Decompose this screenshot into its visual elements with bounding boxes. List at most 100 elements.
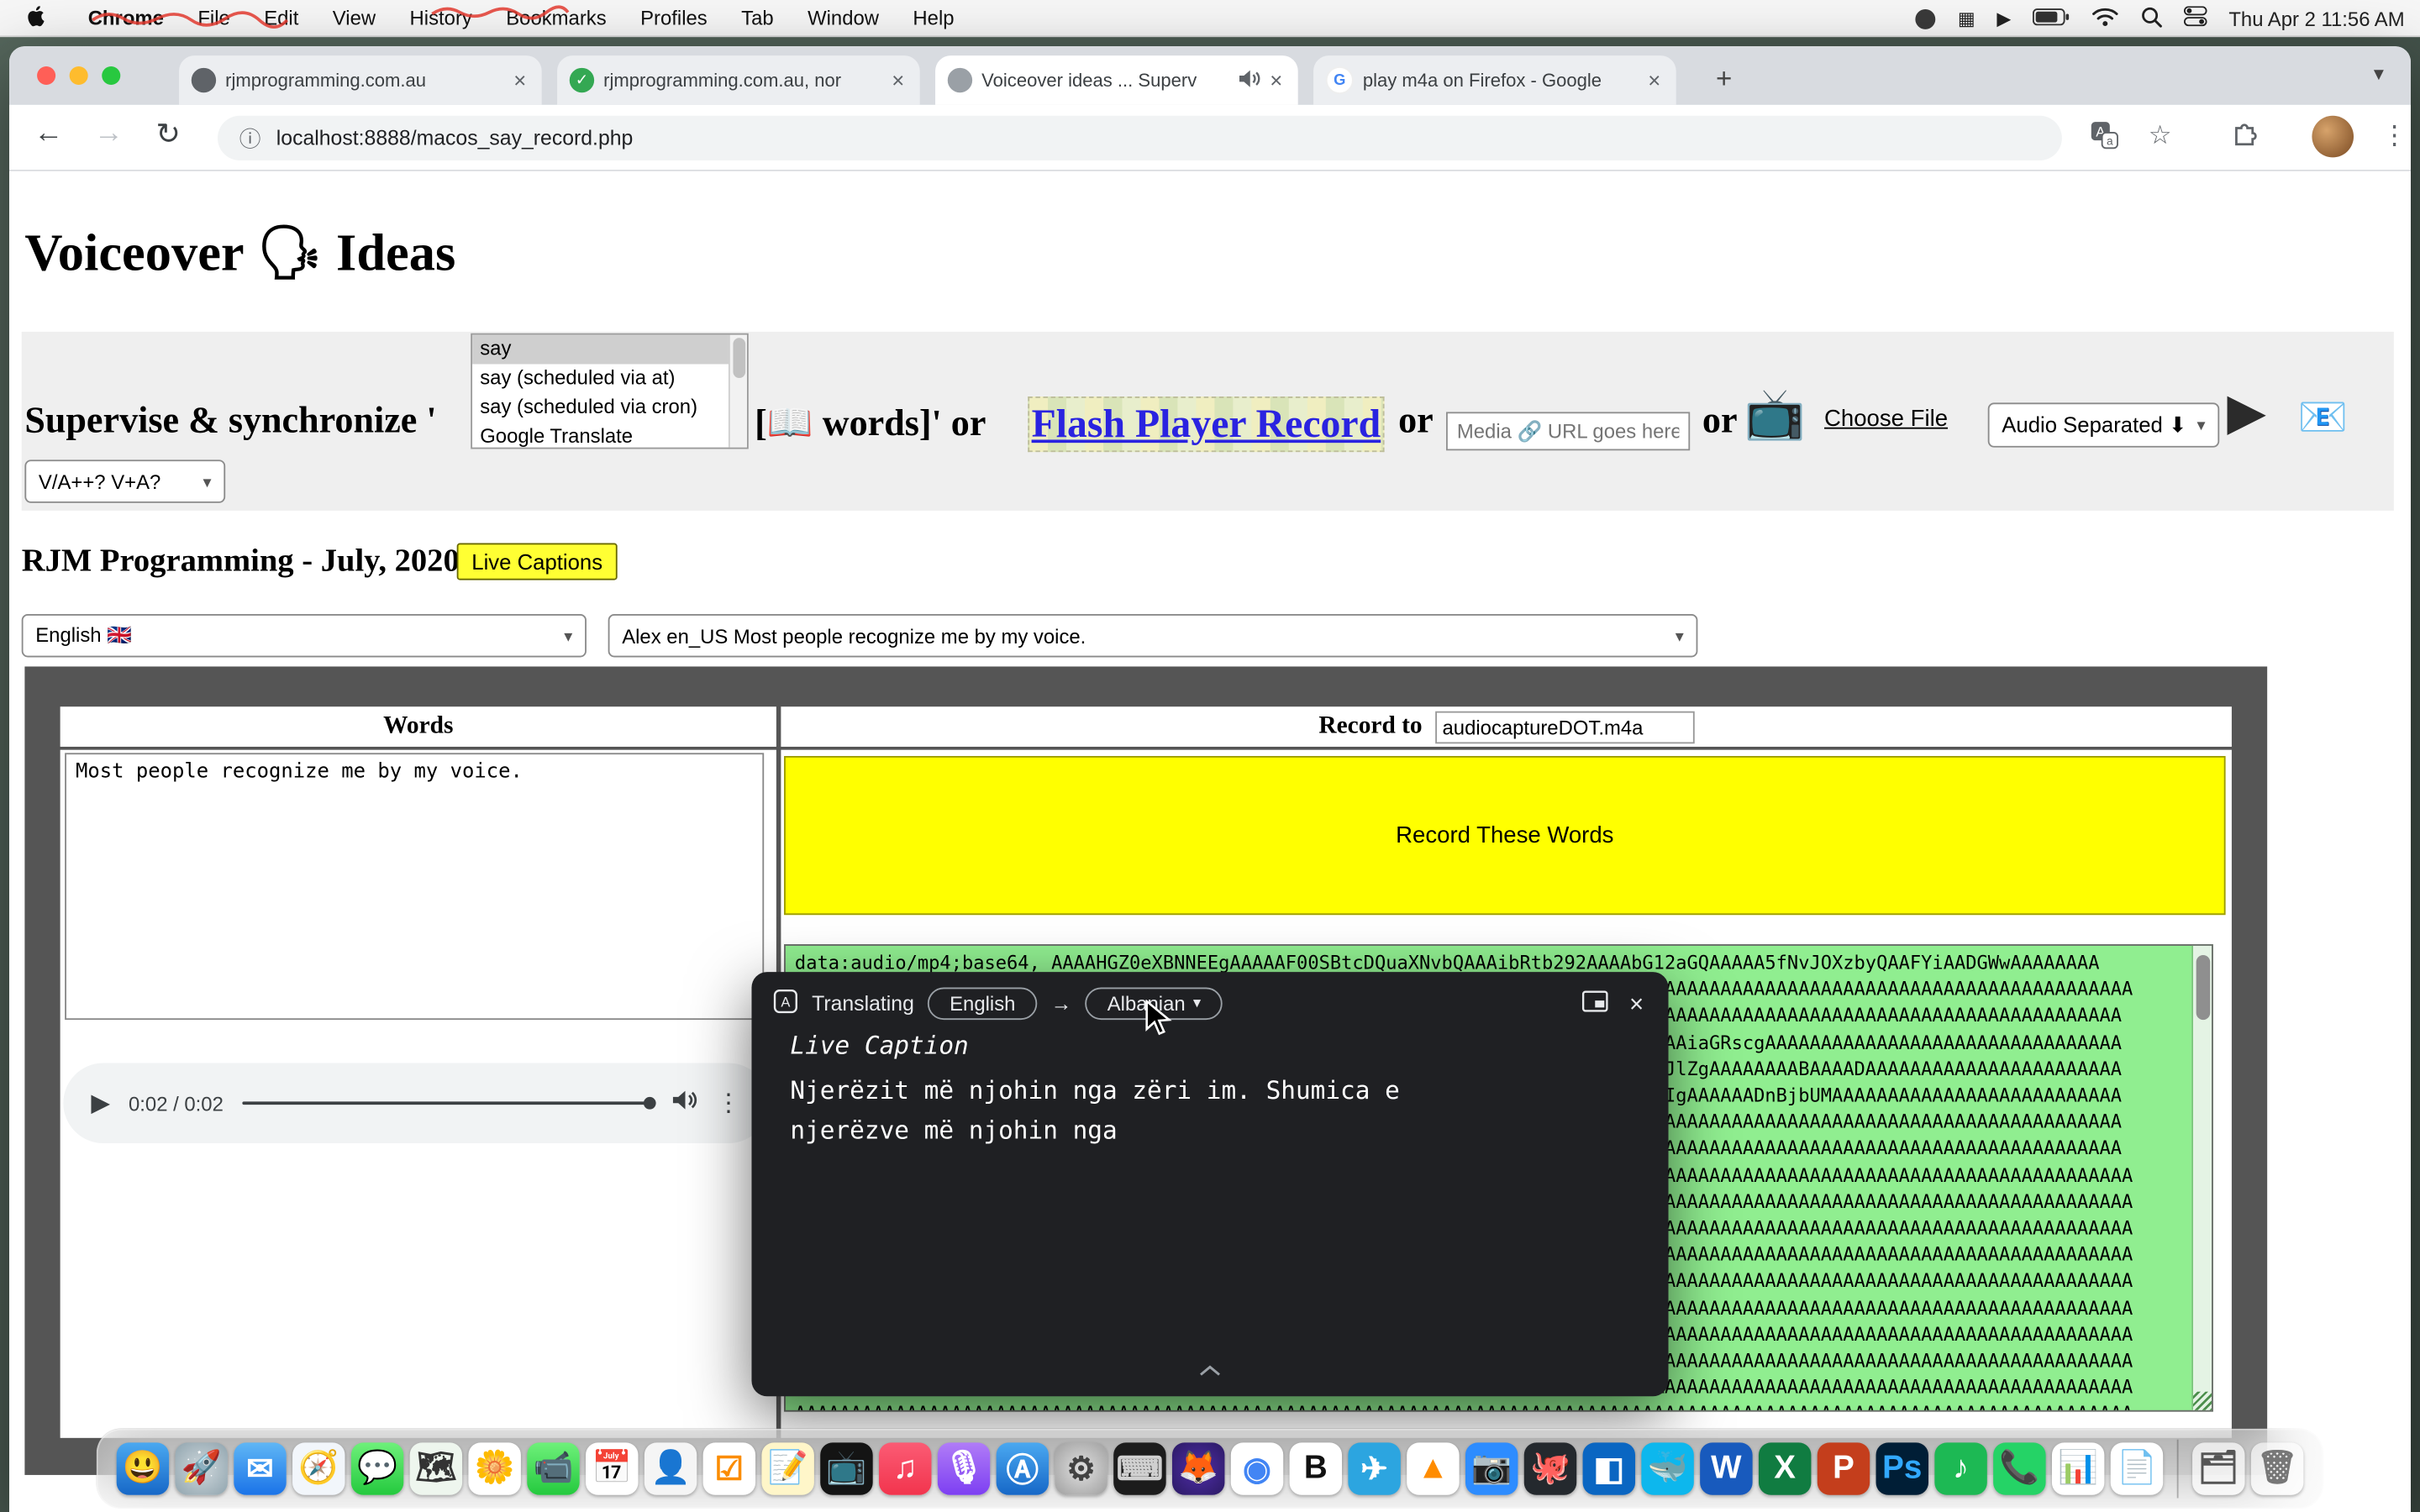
dock-icon-excel[interactable]: X <box>1759 1442 1811 1494</box>
say-option[interactable]: say <box>472 335 747 365</box>
dock-icon-safari[interactable]: 🧭 <box>292 1442 345 1494</box>
tab-rjmprogramming[interactable]: rjmprogramming.com.au × <box>179 55 542 105</box>
profile-avatar[interactable] <box>2312 116 2354 158</box>
dock-icon-docker[interactable]: 🐳 <box>1641 1442 1693 1494</box>
dock-icon-vlc[interactable]: ▲ <box>1407 1442 1459 1494</box>
tab-rjmprogramming-2[interactable]: ✓ rjmprogramming.com.au, nor × <box>557 55 920 105</box>
apple-menu-icon[interactable] <box>28 5 50 29</box>
dock-icon-tv[interactable]: 📺 <box>820 1442 872 1494</box>
record-these-words-button[interactable]: Record These Words <box>784 756 2226 915</box>
dock-icon-system-preferences[interactable]: ⚙ <box>1055 1442 1107 1494</box>
back-button[interactable]: ← <box>34 118 63 151</box>
dock-icon-podcasts[interactable]: 🎙 <box>938 1442 990 1494</box>
dock-icon-messages[interactable]: 💬 <box>351 1442 403 1494</box>
tab-close-icon[interactable]: × <box>889 68 908 92</box>
menu-profiles[interactable]: Profiles <box>623 0 724 36</box>
audio-menu-icon[interactable]: ⋮ <box>716 1088 740 1119</box>
textarea-resize-grip[interactable] <box>2193 1392 2212 1410</box>
reload-button[interactable]: ↻ <box>156 118 181 153</box>
record-filename-input[interactable] <box>1434 711 1694 743</box>
dock-icon-zoom[interactable]: 📷 <box>1465 1442 1518 1494</box>
say-option[interactable]: say (scheduled via at) <box>472 364 747 393</box>
language-select[interactable]: English 🇬🇧▾ <box>22 614 587 657</box>
browser-menu-icon[interactable]: ⋮ <box>2381 120 2407 151</box>
email-share-icon[interactable]: 📧 <box>2298 393 2348 441</box>
choose-file-button[interactable]: Choose File <box>1824 406 1948 432</box>
dock-icon-powerpoint[interactable]: P <box>1818 1442 1870 1494</box>
dock-icon-firefox[interactable]: 🦊 <box>1172 1442 1224 1494</box>
menu-view[interactable]: View <box>316 0 393 36</box>
minimize-window-button[interactable] <box>70 66 88 85</box>
say-method-listbox[interactable]: saysay (scheduled via at)say (scheduled … <box>471 333 749 449</box>
new-tab-button[interactable]: + <box>1704 59 1744 99</box>
keyboard-grid-icon[interactable]: ▦ <box>1958 0 1975 37</box>
dock-icon-maps[interactable]: 🗺 <box>410 1442 462 1494</box>
dock-icon-facetime[interactable]: 📹 <box>527 1442 579 1494</box>
dock-icon-chrome[interactable]: ◉ <box>1231 1442 1283 1494</box>
tab-search-chevron-icon[interactable]: ▾ <box>2374 61 2384 86</box>
menu-help[interactable]: Help <box>896 0 971 36</box>
live-caption-popup[interactable]: A Translating English → Albanian ▾ × Liv… <box>751 972 1668 1396</box>
dock-icon-whatsapp[interactable]: 📞 <box>1993 1442 2045 1494</box>
translate-icon[interactable]: Aa <box>2090 120 2119 157</box>
say-option[interactable]: Google Translate <box>472 423 747 449</box>
tab-voiceover-ideas-active[interactable]: Voiceover ideas ... Superv × <box>935 55 1298 105</box>
tab-close-icon[interactable]: × <box>511 68 529 92</box>
dock-icon-github[interactable]: 🐙 <box>1524 1442 1576 1494</box>
zoom-window-button[interactable] <box>102 66 120 85</box>
audio-volume-icon[interactable] <box>673 1089 697 1118</box>
live-captions-button[interactable]: Live Captions <box>457 543 618 580</box>
tab-close-icon[interactable]: × <box>1267 68 1286 92</box>
dock-icon-spotify[interactable]: ♪ <box>1934 1442 1986 1494</box>
picture-in-picture-icon[interactable] <box>1581 990 1607 1020</box>
playback-icon[interactable]: ▶ <box>1996 0 2011 37</box>
say-option[interactable]: say (scheduled via cron) <box>472 393 747 423</box>
dock-icon-trash[interactable]: 🗑 <box>2251 1442 2303 1494</box>
va-mode-select[interactable]: V/A++? V+A?▾ <box>24 459 225 502</box>
status-circle-icon[interactable] <box>1916 8 1936 29</box>
address-bar[interactable]: ⓘ localhost:8888/macos_say_record.php <box>218 116 2062 160</box>
site-info-icon[interactable]: ⓘ <box>239 123 261 154</box>
dock-icon-telegram[interactable]: ✈ <box>1348 1442 1400 1494</box>
dock-icon-photos[interactable]: 🌼 <box>468 1442 520 1494</box>
tab-play-m4a-google[interactable]: G play m4a on Firefox - Google × <box>1313 55 1676 105</box>
battery-icon[interactable] <box>2033 7 2070 30</box>
dock-icon-vscode[interactable]: ◧ <box>1583 1442 1635 1494</box>
menu-tab[interactable]: Tab <box>724 0 791 36</box>
dock-icon-appstore[interactable]: Ⓐ <box>997 1442 1049 1494</box>
extensions-icon[interactable] <box>2232 120 2260 155</box>
source-language-pill[interactable]: English <box>928 988 1037 1021</box>
voice-select[interactable]: Alex en_US Most people recognize me by m… <box>608 614 1698 657</box>
dock-icon-notes[interactable]: 📝 <box>761 1442 813 1494</box>
tab-audio-icon[interactable] <box>1239 69 1261 92</box>
dock-icon-music[interactable]: ♫ <box>879 1442 931 1494</box>
audio-separated-select[interactable]: Audio Separated ⬇▾ <box>1988 402 2220 447</box>
forward-button[interactable]: → <box>94 118 124 151</box>
audio-seek-slider[interactable] <box>242 1101 655 1105</box>
dock-icon-bold-app[interactable]: B <box>1290 1442 1342 1494</box>
dock-icon-mail[interactable]: ✉ <box>234 1442 286 1494</box>
dock-icon-calendar[interactable]: 📅 <box>586 1442 638 1494</box>
tab-close-icon[interactable]: × <box>1645 68 1664 92</box>
dock-icon-keynote[interactable]: 📊 <box>2052 1442 2104 1494</box>
spotlight-search-icon[interactable] <box>2141 5 2163 31</box>
media-url-input[interactable] <box>1446 412 1690 450</box>
audio-play-button[interactable]: ▶ <box>91 1088 110 1119</box>
base64-scrollbar[interactable] <box>2191 946 2212 1410</box>
bookmark-star-icon[interactable]: ☆ <box>2149 120 2172 151</box>
dock-icon-finder[interactable]: 😃 <box>117 1442 169 1494</box>
dock-icon-contacts[interactable]: 👤 <box>644 1442 697 1494</box>
close-window-button[interactable] <box>37 66 55 85</box>
dock-icon-reminders[interactable]: ☑ <box>703 1442 755 1494</box>
wifi-icon[interactable] <box>2091 5 2119 31</box>
dock-icon-pages[interactable]: 📄 <box>2111 1442 2163 1494</box>
menubar-clock[interactable]: Thu Apr 2 11:56 AM <box>2228 7 2404 30</box>
words-textarea[interactable]: Most people recognize me by my voice. <box>65 753 764 1020</box>
dock-icon-terminal[interactable]: ⌨ <box>1113 1442 1165 1494</box>
listbox-scrollbar[interactable] <box>729 335 747 448</box>
chevron-up-icon[interactable] <box>1199 1356 1221 1383</box>
flash-player-record-link[interactable]: Flash Player Record <box>1028 396 1384 452</box>
control-center-icon[interactable] <box>2184 6 2207 30</box>
dock-icon-launchpad[interactable]: 🚀 <box>175 1442 227 1494</box>
dock-icon-downloads[interactable]: 🗂 <box>2192 1442 2244 1494</box>
